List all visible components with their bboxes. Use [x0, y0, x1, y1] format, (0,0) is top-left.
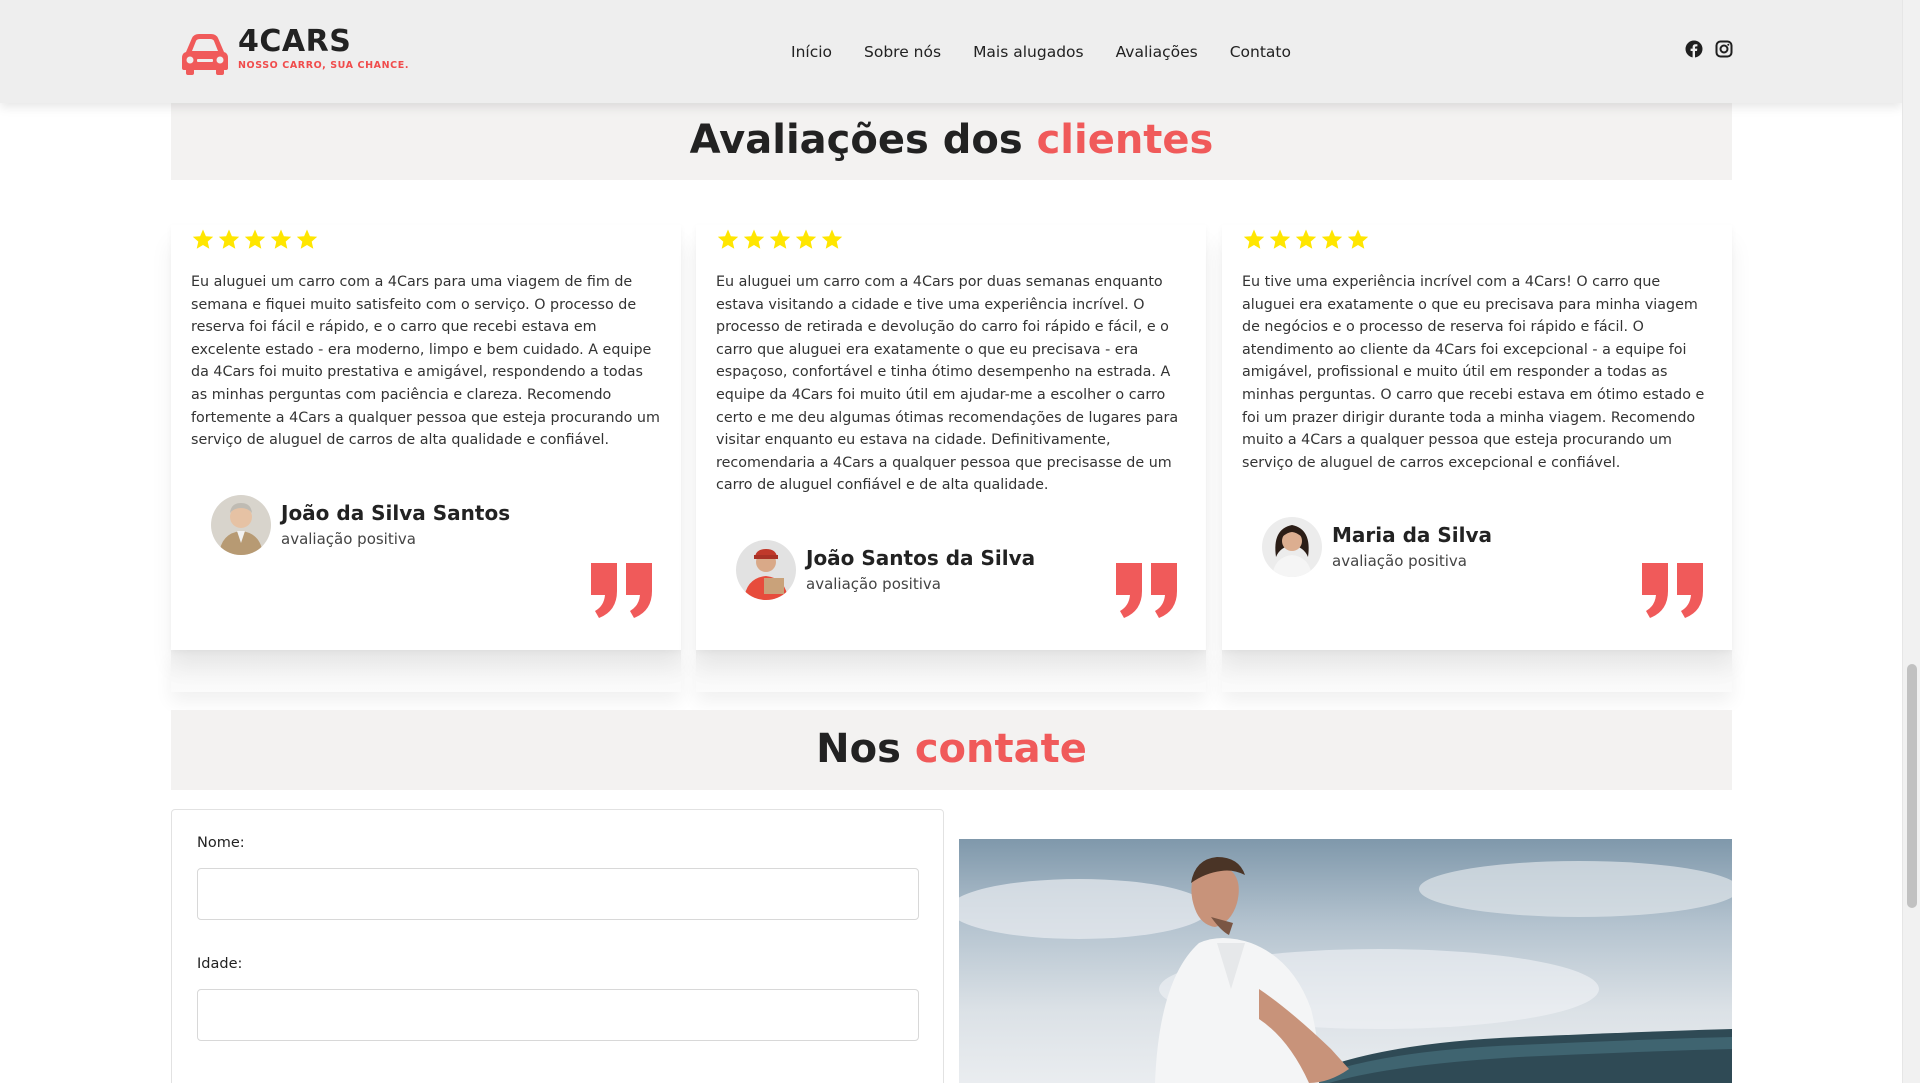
- man-with-car-image: [959, 839, 1732, 1083]
- avatar: [211, 495, 271, 555]
- page-scrollbar[interactable]: [1902, 0, 1920, 1083]
- brand-name: 4CARS: [238, 24, 352, 59]
- reviewer: João Santos da Silva avaliação positiva: [736, 540, 1035, 600]
- age-label: Idade:: [197, 956, 243, 972]
- quote-icon: [591, 563, 652, 618]
- reviews-section-title: Avaliações dos clientes: [171, 103, 1732, 180]
- page: 4CARS NOSSO CARRO, SUA CHANCE. Início So…: [0, 0, 1902, 1083]
- reviewer-role: avaliação positiva: [1332, 552, 1467, 570]
- avatar: [1262, 517, 1322, 577]
- social-links: [1685, 40, 1733, 58]
- contact-photo: [959, 839, 1732, 1083]
- review-card: Eu aluguei um carro com a 4Cars por duas…: [696, 225, 1206, 650]
- contact-title-accent: contate: [914, 726, 1087, 772]
- quote-icon: [1116, 563, 1177, 618]
- nav-item-avaliacoes[interactable]: Avaliações: [1100, 41, 1214, 63]
- review-cards: Eu aluguei um carro com a 4Cars para uma…: [171, 225, 1732, 692]
- nav-item-contato[interactable]: Contato: [1214, 41, 1307, 63]
- name-field[interactable]: [197, 868, 919, 920]
- reviewer: Maria da Silva avaliação positiva: [1262, 517, 1492, 577]
- review-text: Eu aluguei um carro com a 4Cars por duas…: [716, 274, 1179, 494]
- brand-logo[interactable]: 4CARS NOSSO CARRO, SUA CHANCE.: [180, 26, 409, 76]
- reviews-title-plain: Avaliações dos: [689, 117, 1037, 163]
- facebook-icon[interactable]: [1685, 40, 1703, 58]
- nav-item-sobre-nos[interactable]: Sobre nós: [848, 41, 957, 63]
- site-header: 4CARS NOSSO CARRO, SUA CHANCE. Início So…: [0, 0, 1902, 103]
- star-icon: [192, 229, 214, 249]
- review-card: Eu tive uma experiência incrível com a 4…: [1222, 225, 1732, 650]
- reviewer: João da Silva Santos avaliação positiva: [211, 495, 510, 555]
- star-icon: [270, 229, 292, 249]
- star-icon: [1321, 229, 1343, 249]
- name-label: Nome:: [197, 835, 245, 851]
- star-icon: [821, 229, 843, 249]
- nav-item-mais-alugados[interactable]: Mais alugados: [957, 41, 1100, 63]
- reviewer-name: João Santos da Silva: [806, 546, 1036, 570]
- age-field[interactable]: [197, 989, 919, 1041]
- card-shadow-strip: [171, 650, 681, 692]
- reviews-title-accent: clientes: [1036, 117, 1214, 163]
- reviewer-role: avaliação positiva: [806, 575, 941, 593]
- reviewer-role: avaliação positiva: [281, 530, 416, 548]
- star-icon: [717, 229, 739, 249]
- star-icon: [1243, 229, 1265, 249]
- reviewer-name: João da Silva Santos: [281, 501, 511, 525]
- brand-tagline: NOSSO CARRO, SUA CHANCE.: [238, 60, 410, 71]
- star-icon: [743, 229, 765, 249]
- star-icon: [1295, 229, 1317, 249]
- nav-item-inicio[interactable]: Início: [775, 41, 848, 63]
- star-icon: [1269, 229, 1291, 249]
- rating-stars: [191, 228, 319, 252]
- card-shadow-strip: [1222, 650, 1732, 692]
- instagram-icon[interactable]: [1715, 40, 1733, 58]
- main-nav: Início Sobre nós Mais alugados Avaliaçõe…: [775, 41, 1307, 63]
- contact-title-plain: Nos: [816, 726, 915, 772]
- star-icon: [795, 229, 817, 249]
- scrollbar-thumb[interactable]: [1907, 664, 1917, 908]
- card-shadow-strip: [696, 650, 1206, 692]
- review-text: Eu tive uma experiência incrível com a 4…: [1242, 274, 1705, 471]
- rating-stars: [1242, 228, 1370, 252]
- review-card: Eu aluguei um carro com a 4Cars para uma…: [171, 225, 681, 650]
- quote-icon: [1642, 563, 1703, 618]
- star-icon: [769, 229, 791, 249]
- reviewer-name: Maria da Silva: [1332, 523, 1492, 547]
- car-logo-icon: [182, 34, 228, 75]
- star-icon: [218, 229, 240, 249]
- star-icon: [296, 229, 318, 249]
- contact-section-title: Nos contate: [171, 710, 1732, 790]
- rating-stars: [716, 228, 844, 252]
- review-text: Eu aluguei um carro com a 4Cars para uma…: [191, 274, 660, 449]
- star-icon: [1347, 229, 1369, 249]
- avatar: [736, 540, 796, 600]
- star-icon: [244, 229, 266, 249]
- contact-form: Nome: Idade:: [171, 809, 944, 1083]
